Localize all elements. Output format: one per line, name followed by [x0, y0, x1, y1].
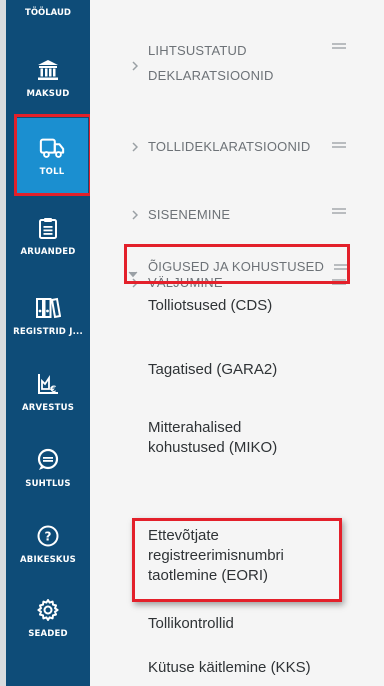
menu-item-miko[interactable]: Mitterahalised kohustused (MIKO): [148, 418, 378, 458]
nav-item-seaded[interactable]: SEADED: [6, 578, 90, 658]
item-label-line1: Mitterahalised: [148, 419, 242, 436]
nav-label: ARUANDED: [20, 247, 76, 257]
nav-label: ABIKESKUS: [20, 555, 76, 565]
svg-text:?: ?: [45, 530, 52, 544]
menu-item-tagatised[interactable]: Tagatised (GARA2): [148, 360, 378, 380]
nav-label: TÖÖLAUD: [25, 8, 71, 18]
help-icon: ?: [35, 523, 61, 549]
nav-item-abikeskus[interactable]: ? ABIKESKUS: [6, 504, 90, 584]
section-label: SISENEMINE: [148, 207, 231, 222]
bank-icon: [35, 57, 61, 83]
nav-label: MAKSUD: [26, 89, 70, 99]
nav-item-maksud[interactable]: MAKSUD: [6, 38, 90, 118]
highlight-eori: [132, 518, 342, 602]
menu-item-kks[interactable]: Kütuse käitlemine (KKS): [148, 658, 378, 678]
chevron-right-icon: [130, 209, 140, 221]
nav-item-toolaud[interactable]: TÖÖLAUD: [6, 0, 90, 28]
chart-euro-icon: €: [35, 371, 61, 397]
nav-label: REGISTRID J...: [13, 327, 83, 337]
drag-handle-icon[interactable]: [332, 208, 346, 214]
highlight-oigused: [124, 244, 350, 284]
nav-item-registrid[interactable]: REGISTRID J...: [6, 276, 90, 356]
highlight-toll: [14, 114, 92, 196]
chevron-right-icon: [130, 60, 140, 72]
section-label-line1: LIHTSUSTATUD: [148, 43, 247, 58]
nav-label: ARVESTUS: [21, 403, 75, 413]
drag-handle-icon[interactable]: [332, 43, 346, 49]
menu-item-tollikontrollid[interactable]: Tollikontrollid: [148, 614, 378, 634]
menu-section-lihtsustatud[interactable]: LIHTSUSTATUD DEKLARATSIOONID: [90, 34, 360, 94]
menu-item-tolliotsused[interactable]: Tolliotsused (CDS): [148, 296, 378, 316]
drag-handle-icon[interactable]: [332, 142, 346, 148]
menu-section-tollideklaratsioonid[interactable]: TOLLIDEKLARATSIOONID: [90, 134, 360, 160]
chevron-right-icon: [130, 141, 140, 153]
chat-icon: [35, 447, 61, 473]
svg-text:€: €: [49, 385, 56, 395]
nav-item-suhtlus[interactable]: SUHTLUS: [6, 428, 90, 508]
menu-section-sisenemine[interactable]: SISENEMINE: [90, 202, 360, 228]
nav-item-arvestus[interactable]: € ARVESTUS: [6, 352, 90, 432]
clipboard-icon: [35, 215, 61, 241]
nav-item-aruanded[interactable]: ARUANDED: [6, 196, 90, 276]
binders-icon: [35, 295, 61, 321]
nav-label: SUHTLUS: [25, 479, 71, 489]
app-root: TÖÖLAUD MAKSUD TOLL ARUANDED REGISTRID J…: [0, 0, 384, 686]
item-label-line2: kohustused (MIKO): [148, 439, 278, 456]
section-label: LIHTSUSTATUD DEKLARATSIOONID: [148, 38, 274, 88]
section-label-line2: DEKLARATSIOONID: [148, 68, 274, 83]
section-label: TOLLIDEKLARATSIOONID: [148, 139, 311, 154]
gear-icon: [35, 597, 61, 623]
nav-label: SEADED: [28, 629, 68, 639]
